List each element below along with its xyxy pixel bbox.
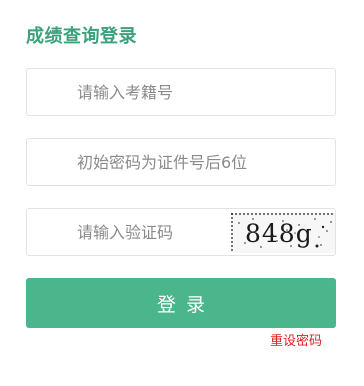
captcha-image[interactable]: 848g (231, 213, 335, 253)
password-field[interactable] (26, 138, 336, 186)
captcha-field[interactable]: 848g (26, 208, 336, 256)
login-button[interactable]: 登录 (26, 278, 336, 328)
captcha-text: 848g (245, 219, 313, 248)
exam-number-input[interactable] (77, 69, 317, 115)
login-panel: 成绩查询登录 请输入考籍号 请输入验证码 848g 登录 重设密码 (0, 0, 364, 386)
captcha-noise-icon: 848g (231, 213, 335, 253)
exam-number-field[interactable] (26, 68, 336, 116)
password-input[interactable] (77, 139, 317, 185)
page-title: 成绩查询登录 (26, 26, 137, 47)
captcha-input[interactable] (77, 209, 227, 255)
reset-password-link[interactable]: 重设密码 (270, 330, 322, 349)
